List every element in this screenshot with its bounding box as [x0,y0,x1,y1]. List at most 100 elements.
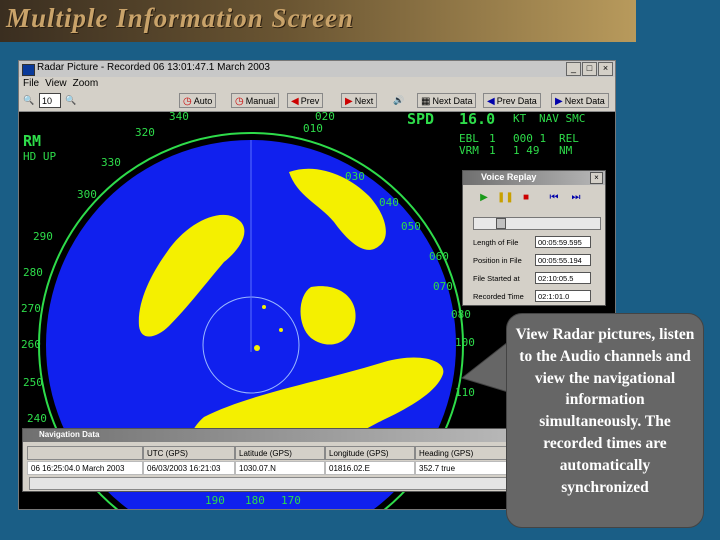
vr-label: File Started at [473,274,520,283]
vrm-unit: NM [559,144,573,157]
clock-icon: ◷ [183,96,192,107]
bearing-label: 190 [205,494,225,507]
zoom-in-icon[interactable]: 🔍 [23,93,34,108]
slider-thumb[interactable] [496,218,506,229]
bearing-label: 340 [169,112,189,123]
vr-value: 00:05:59.595 [535,236,591,248]
slide-title: Multiple Information Screen [6,3,355,33]
playback-position-slider[interactable] [473,217,601,230]
nav-cell: 1030.07.N [235,461,325,475]
vr-label: Length of File [473,238,519,247]
bearing-label: 270 [21,302,41,315]
voice-replay-dialog: Voice Replay × ▶ ❚❚ ■ ⏮ ⏭ Length of File… [462,170,606,306]
rewind-icon[interactable]: ⏮ [547,191,561,205]
next-data-button[interactable]: ▦ Next Data [417,93,477,108]
window-title: Radar Picture - Recorded 06 13:01:47.1 M… [37,62,270,73]
nav-header[interactable]: Heading (GPS) [415,446,509,460]
nav-cell: 352.7 true [415,461,509,475]
stop-icon[interactable]: ■ [519,191,533,205]
menu-zoom[interactable]: Zoom [73,77,99,91]
next-button[interactable]: ▶ Next [341,93,378,108]
bearing-label: 070 [433,280,453,293]
speed-mode: NAV SMC [539,112,586,125]
nav-header[interactable]: Latitude (GPS) [235,446,325,460]
nav-cell: 06 16:25:04.0 March 2003 [27,461,143,475]
forward-icon[interactable]: ⏭ [569,191,583,205]
callout-text: View Radar pictures, listen to the Audio… [515,326,695,496]
play-icon[interactable]: ▶ [477,191,491,205]
close-button[interactable]: × [598,62,613,76]
speed-value: 16.0 [459,112,496,128]
bearing-label: 050 [401,220,421,233]
vrm-reading: 1 49 [513,144,540,157]
vrm-value: 1 [489,144,496,157]
prev-data-button[interactable]: ◀ Prev Data [483,93,541,108]
maximize-button[interactable]: □ [582,62,597,76]
menu-bar: File View Zoom [19,77,615,91]
vr-label: Position in File [473,256,522,265]
bearing-label: 260 [21,338,41,351]
echo-dot [254,345,260,351]
vr-label: Recorded Time [473,292,524,301]
toolbar: 🔍 10 🔍 ◷ Auto ◷ Manual ◀ Prev ▶ Next 🔊 ▦ Next… [19,91,615,112]
auto-button[interactable]: ◷ Auto [179,93,217,108]
vr-value: 02:1:01.0 [535,290,591,302]
minimize-button[interactable]: _ [566,62,581,76]
vr-value: 02:10:05.5 [535,272,591,284]
radar-orientation: HD UP [23,150,57,163]
app-icon [22,64,35,76]
navigation-data-title: Navigation Data [39,430,100,439]
menu-file[interactable]: File [23,77,39,91]
echo-dot [279,328,283,332]
bearing-label: 280 [23,266,43,279]
vrm-label: VRM [459,144,479,157]
speaker-icon[interactable]: 🔊 [393,93,404,108]
bearing-label: 240 [27,412,47,425]
menu-view[interactable]: View [45,77,67,91]
bearing-label: 080 [451,308,471,321]
navigation-data-window: Navigation Data UTC (GPS) Latitude (GPS)… [22,428,516,492]
speed-unit: KT [513,112,527,125]
horizontal-scrollbar[interactable] [29,477,511,490]
arrow-left-icon: ◀ [487,96,495,107]
bearing-label: 330 [101,156,121,169]
voice-replay-title: Voice Replay [481,172,537,182]
bearing-label: 020 [315,112,335,123]
vr-value: 00:05:55.194 [535,254,591,266]
arrow-right-icon: ▶ [345,96,353,107]
nav-cell: 01816.02.E [325,461,415,475]
bearing-label: 250 [23,376,43,389]
pause-icon[interactable]: ❚❚ [497,191,514,205]
nav-header[interactable] [27,446,143,460]
speed-label: SPD [407,112,435,128]
nav-header[interactable]: Longitude (GPS) [325,446,415,460]
echo-dot [262,305,266,309]
clock-icon: ◷ [235,96,244,107]
voice-replay-titlebar[interactable]: Voice Replay × [463,171,605,185]
grid-icon: ▦ [421,96,431,107]
bearing-label: 290 [33,230,53,243]
bearing-label: 300 [77,188,97,201]
arrow-right-icon: ▶ [555,96,563,107]
callout-box: View Radar pictures, listen to the Audio… [506,313,704,528]
manual-button[interactable]: ◷ Manual [231,93,280,108]
bearing-label: 170 [281,494,301,507]
next-data-2-button[interactable]: ▶ Next Data [551,93,609,108]
prev-button[interactable]: ◀ Prev [287,93,324,108]
bearing-label: 180 [245,494,265,507]
slide-title-banner: Multiple Information Screen [0,0,636,42]
bearing-label: 040 [379,196,399,209]
bearing-label: 320 [135,126,155,139]
window-titlebar[interactable]: Radar Picture - Recorded 06 13:01:47.1 M… [19,61,615,77]
zoom-out-icon[interactable]: 🔍 [65,93,76,108]
voice-replay-close-button[interactable]: × [590,172,603,184]
bearing-label: 010 [303,122,323,135]
bearing-label: 060 [429,250,449,263]
bearing-label: 030 [345,170,365,183]
zoom-value-field[interactable]: 10 [39,93,61,108]
arrow-left-icon: ◀ [291,96,299,107]
navigation-data-titlebar[interactable]: Navigation Data [23,429,515,442]
nav-cell: 06/03/2003 16:21:03 [143,461,235,475]
nav-header[interactable]: UTC (GPS) [143,446,235,460]
radar-mode: RM [23,132,42,150]
